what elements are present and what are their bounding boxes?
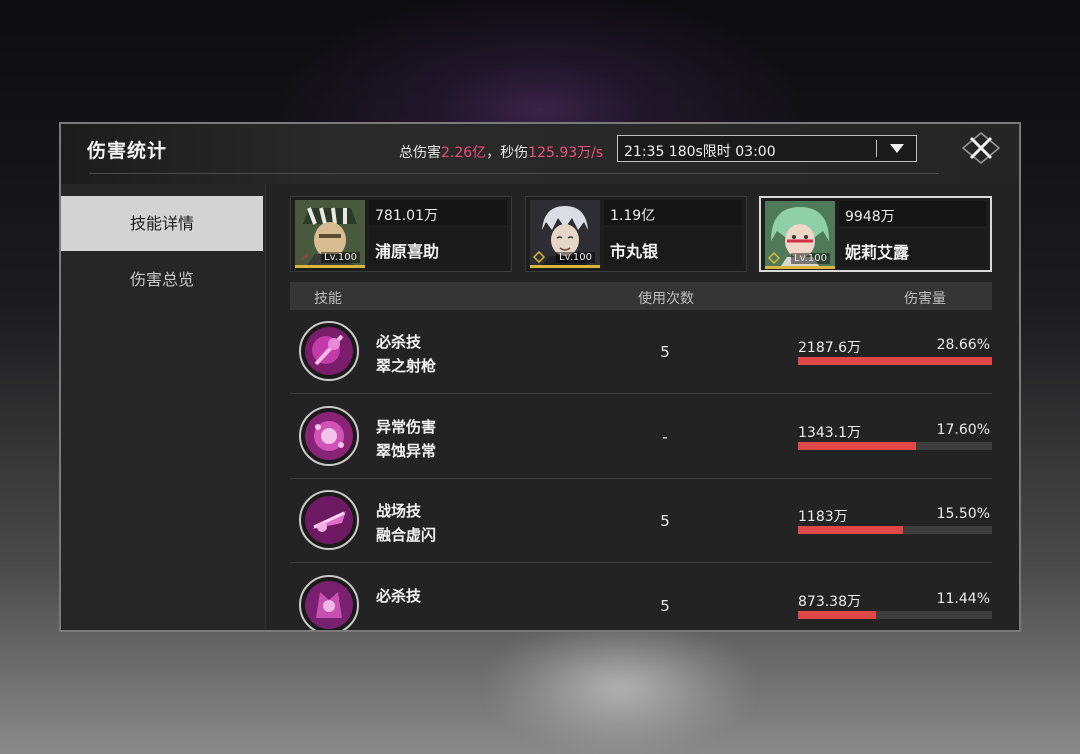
table-row: 战场技 融合虚闪 5 1183万 15.50%	[290, 479, 992, 563]
character-damage: 1.19亿	[604, 200, 742, 225]
damage-stats-panel: 伤害统计 总伤害2.26亿，秒伤125.93万/s 21:35 180s限时 0…	[59, 122, 1021, 632]
total-damage-value: 2.26亿	[441, 145, 487, 161]
dps-label: ，秒伤	[486, 145, 529, 161]
table-row: 必杀技 5 873.38万 11.44%	[290, 564, 992, 630]
element-red-icon	[300, 253, 308, 261]
damage-percent: 11.44%	[936, 591, 990, 607]
character-damage: 9948万	[839, 201, 986, 226]
level-bar	[295, 265, 365, 268]
skill-table-header: 技能 使用次数 伤害量	[290, 282, 992, 310]
damage-percent: 17.60%	[936, 422, 990, 438]
damage-summary: 总伤害2.26亿，秒伤125.93万/s	[399, 142, 603, 162]
jade-spear-skill-icon	[299, 321, 359, 381]
skill-type: 必杀技	[376, 333, 422, 351]
close-button[interactable]	[959, 130, 1003, 166]
character-card-2[interactable]: Lv.100 1.19亿 市丸银	[525, 196, 747, 272]
character-card-1[interactable]: Lv.100 781.01万 浦原喜助	[290, 196, 512, 272]
total-damage-label: 总伤害	[399, 145, 441, 161]
skill-type: 必杀技	[376, 587, 422, 605]
character-level: Lv.100	[791, 253, 830, 264]
header-skill: 技能	[314, 291, 342, 307]
level-bar	[530, 265, 600, 268]
level-bar	[765, 266, 835, 269]
element-gold-icon	[533, 251, 545, 263]
damage-amount: 873.38万	[798, 594, 861, 610]
character-portrait-nelliel: Lv.100	[765, 201, 835, 269]
main-content: Lv.100 781.01万 浦原喜助 Lv.100 1.19亿 市丸银 Lv.…	[266, 184, 1019, 630]
character-card-3[interactable]: Lv.100 9948万 妮莉艾露	[759, 196, 992, 272]
skill-uses: 5	[660, 597, 670, 615]
header-uses: 使用次数	[638, 291, 694, 307]
character-portrait-urahara: Lv.100	[295, 200, 365, 268]
close-icon	[961, 132, 1001, 164]
dropdown-value: 21:35 180s限时 03:00	[624, 144, 776, 160]
skill-type: 战场技	[376, 502, 422, 520]
damage-bar-fill	[798, 526, 903, 534]
jade-erosion-skill-icon	[299, 406, 359, 466]
header-damage: 伤害量	[904, 291, 946, 307]
panel-header: 伤害统计 总伤害2.26亿，秒伤125.93万/s 21:35 180s限时 0…	[61, 124, 1019, 184]
character-level: Lv.100	[321, 252, 360, 263]
battle-record-dropdown[interactable]: 21:35 180s限时 03:00	[617, 135, 917, 162]
skill-uses: 5	[660, 343, 670, 361]
tab-damage-overview[interactable]: 伤害总览	[61, 252, 263, 307]
damage-bar	[798, 526, 992, 534]
tab-skill-details[interactable]: 技能详情	[61, 196, 263, 251]
damage-bar-fill	[798, 357, 992, 365]
ultimate-skill-icon	[299, 575, 359, 630]
fusion-cero-skill-icon	[299, 490, 359, 550]
skill-name: 融合虚闪	[376, 526, 437, 544]
character-name: 市丸银	[604, 228, 742, 266]
panel-title: 伤害统计	[87, 140, 168, 162]
damage-percent: 28.66%	[936, 337, 990, 353]
element-gold-icon	[768, 252, 780, 264]
damage-bar-fill	[798, 611, 876, 619]
header-divider	[89, 173, 939, 174]
dropdown-arrow-icon[interactable]	[890, 144, 904, 153]
damage-bar	[798, 611, 992, 619]
damage-bar-fill	[798, 442, 917, 450]
character-name: 浦原喜助	[369, 228, 507, 266]
background-blur	[490, 620, 750, 754]
skill-uses: -	[662, 428, 668, 446]
damage-percent: 15.50%	[936, 506, 990, 522]
skill-type: 异常伤害	[376, 418, 437, 436]
damage-amount: 2187.6万	[798, 340, 861, 356]
table-row: 必杀技 翠之射枪 5 2187.6万 28.66%	[290, 310, 992, 394]
sidebar: 技能详情 伤害总览	[61, 184, 266, 630]
skill-uses: 5	[660, 512, 670, 530]
character-level: Lv.100	[556, 252, 595, 263]
character-name: 妮莉艾露	[839, 229, 986, 267]
character-damage: 781.01万	[369, 200, 507, 225]
skill-name: 翠蚀异常	[376, 442, 437, 460]
dropdown-separator	[876, 140, 877, 157]
damage-bar	[798, 442, 992, 450]
character-portrait-gin: Lv.100	[530, 200, 600, 268]
damage-bar	[798, 357, 992, 365]
damage-amount: 1343.1万	[798, 425, 861, 441]
damage-amount: 1183万	[798, 509, 848, 525]
skill-name: 翠之射枪	[376, 357, 437, 375]
table-row: 异常伤害 翠蚀异常 - 1343.1万 17.60%	[290, 395, 992, 479]
dps-value: 125.93万/s	[528, 145, 604, 161]
